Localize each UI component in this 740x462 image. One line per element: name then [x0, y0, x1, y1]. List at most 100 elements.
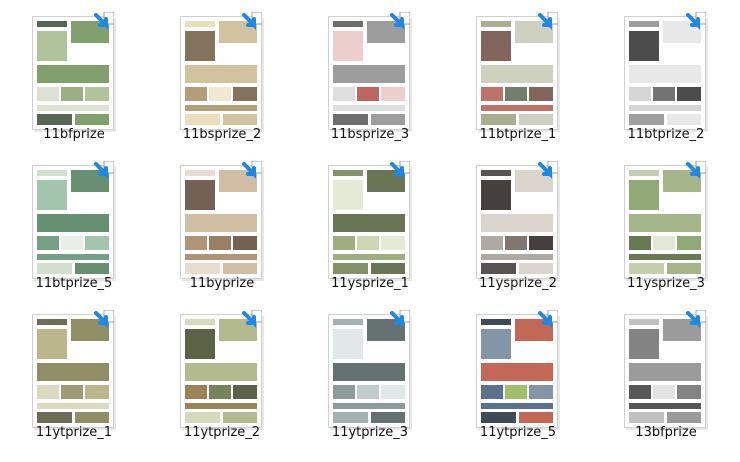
poster-block	[481, 31, 511, 61]
file-name[interactable]: 11ysprize_3	[592, 276, 740, 291]
shortcut-arrow-icon	[686, 11, 707, 30]
file-name[interactable]: 11ytprize_3	[296, 425, 444, 440]
poster-block	[333, 254, 405, 260]
poster-block	[357, 87, 379, 101]
poster-block	[185, 412, 220, 423]
poster-block	[185, 114, 220, 125]
file-thumbnail[interactable]	[180, 314, 262, 428]
poster-block	[233, 236, 257, 250]
poster-block	[233, 385, 257, 399]
file-item[interactable]: 11btprize_2	[592, 0, 740, 150]
poster-block	[61, 236, 83, 250]
file-name[interactable]: 11bsprize_3	[296, 127, 444, 142]
file-item[interactable]: 11ysprize_2	[444, 149, 592, 299]
poster-block	[37, 412, 72, 423]
poster-block	[333, 385, 355, 399]
poster-block	[333, 170, 363, 176]
file-grid: 11bfprize 11bsprize_2 11bsprize_3 11btprize…	[0, 0, 740, 462]
shortcut-arrow-icon	[242, 309, 263, 328]
file-thumbnail[interactable]	[180, 165, 262, 279]
file-name[interactable]: 11btprize_5	[0, 276, 148, 291]
poster-block	[629, 170, 659, 176]
file-name[interactable]: 13bfprize	[592, 425, 740, 440]
poster-block	[481, 21, 511, 27]
shortcut-arrow-icon	[94, 160, 115, 179]
file-thumbnail[interactable]	[624, 16, 706, 130]
poster-block	[85, 87, 109, 101]
file-thumbnail[interactable]	[476, 314, 558, 428]
file-thumbnail[interactable]	[624, 165, 706, 279]
poster-block	[481, 385, 503, 399]
file-item[interactable]: 11byprize	[148, 149, 296, 299]
poster-block	[629, 31, 659, 61]
file-thumbnail[interactable]	[32, 16, 114, 130]
file-item[interactable]: 11bsprize_2	[148, 0, 296, 150]
file-item[interactable]: 11ysprize_1	[296, 149, 444, 299]
poster-block	[75, 114, 109, 125]
poster-block	[481, 114, 516, 125]
file-name[interactable]: 11bsprize_2	[148, 127, 296, 142]
file-item[interactable]: 11btprize_5	[0, 149, 148, 299]
poster-block	[505, 236, 527, 250]
poster-block	[519, 412, 553, 423]
poster-block	[209, 236, 231, 250]
poster-block	[37, 65, 109, 83]
poster-block	[481, 329, 511, 359]
file-item[interactable]: 13bfprize	[592, 298, 740, 448]
file-thumbnail[interactable]	[476, 16, 558, 130]
file-thumbnail[interactable]	[328, 165, 410, 279]
poster-block	[629, 236, 651, 250]
file-name[interactable]: 11btprize_2	[592, 127, 740, 142]
file-item[interactable]: 11ytprize_2	[148, 298, 296, 448]
file-thumbnail[interactable]	[32, 165, 114, 279]
file-thumbnail[interactable]	[328, 314, 410, 428]
file-name[interactable]: 11ysprize_2	[444, 276, 592, 291]
file-name[interactable]: 11ytprize_1	[0, 425, 148, 440]
poster-block	[333, 412, 368, 423]
poster-block	[37, 87, 59, 101]
poster-block	[223, 412, 257, 423]
file-item[interactable]: 11ytprize_1	[0, 298, 148, 448]
poster-block	[185, 31, 215, 61]
poster-block	[667, 114, 701, 125]
poster-block	[381, 385, 405, 399]
poster-block	[333, 319, 363, 325]
file-thumbnail[interactable]	[624, 314, 706, 428]
poster-block	[481, 412, 516, 423]
file-name[interactable]: 11ysprize_1	[296, 276, 444, 291]
file-name[interactable]: 11ytprize_2	[148, 425, 296, 440]
file-name[interactable]: 11ytprize_5	[444, 425, 592, 440]
poster-block	[481, 319, 511, 325]
poster-block	[629, 412, 664, 423]
poster-block	[333, 263, 368, 274]
shortcut-arrow-icon	[94, 309, 115, 328]
file-item[interactable]: 11ytprize_5	[444, 298, 592, 448]
poster-block	[667, 412, 701, 423]
file-name[interactable]: 11bfprize	[0, 127, 148, 142]
poster-block	[37, 170, 67, 176]
file-thumbnail[interactable]	[476, 165, 558, 279]
poster-block	[481, 254, 553, 260]
poster-block	[629, 363, 701, 381]
poster-block	[653, 385, 675, 399]
poster-block	[653, 236, 675, 250]
file-thumbnail[interactable]	[328, 16, 410, 130]
file-name[interactable]: 11byprize	[148, 276, 296, 291]
poster-block	[371, 263, 405, 274]
file-item[interactable]: 11bsprize_3	[296, 0, 444, 150]
poster-block	[61, 87, 83, 101]
poster-block	[185, 254, 257, 260]
file-item[interactable]: 11bfprize	[0, 0, 148, 150]
poster-block	[629, 319, 659, 325]
file-thumbnail[interactable]	[180, 16, 262, 130]
file-item[interactable]: 11btprize_1	[444, 0, 592, 150]
poster-block	[381, 236, 405, 250]
poster-block	[481, 170, 511, 176]
shortcut-arrow-icon	[390, 11, 411, 30]
poster-block	[333, 363, 405, 381]
file-thumbnail[interactable]	[32, 314, 114, 428]
file-name[interactable]: 11btprize_1	[444, 127, 592, 142]
file-item[interactable]: 11ysprize_3	[592, 149, 740, 299]
file-item[interactable]: 11ytprize_3	[296, 298, 444, 448]
poster-block	[185, 319, 215, 325]
